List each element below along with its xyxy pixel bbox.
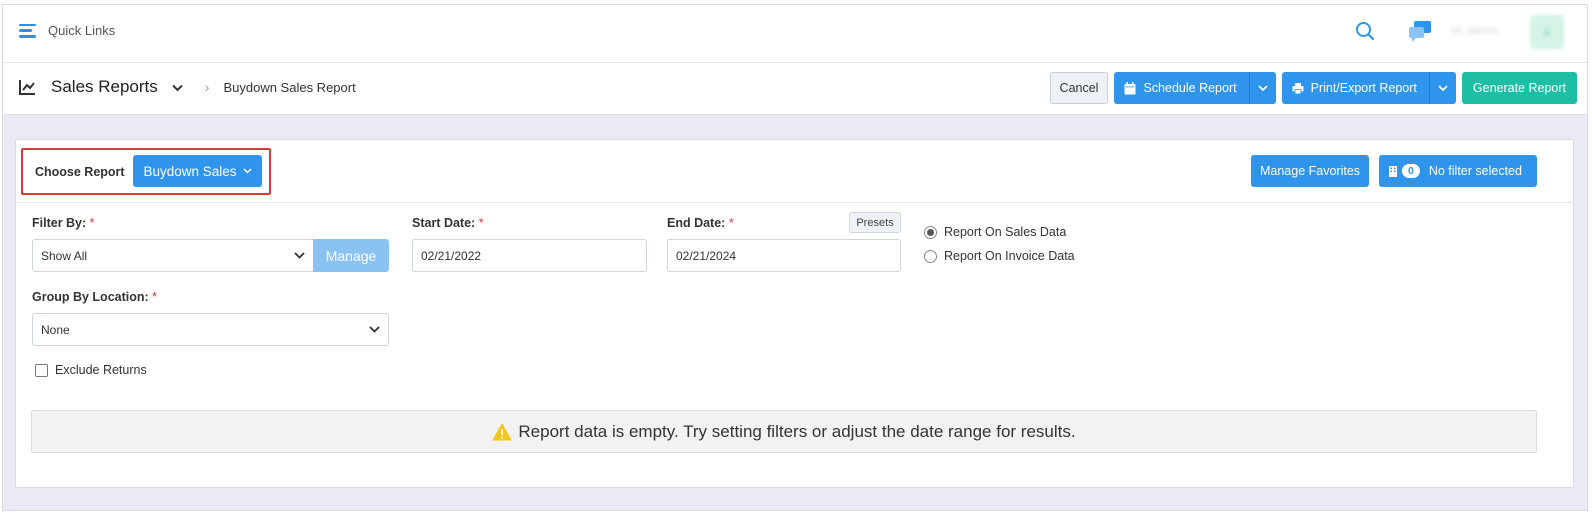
required-mark: * [728, 216, 734, 230]
schedule-report-button[interactable]: Schedule Report [1114, 72, 1249, 104]
page-header: Sales Reports › Buydown Sales Report Can… [3, 63, 1587, 115]
choose-report-label: Choose Report [35, 165, 125, 179]
end-date-value: 02/21/2024 [676, 248, 737, 263]
required-mark: * [89, 216, 95, 230]
presets-label: Presets [856, 216, 894, 229]
breadcrumb: Sales Reports › Buydown Sales Report [19, 77, 356, 97]
page-title[interactable]: Sales Reports [51, 77, 158, 97]
start-date-text: Start Date: [412, 216, 476, 230]
end-date-input[interactable]: 02/21/2024 [667, 239, 901, 272]
printer-icon [1292, 82, 1304, 94]
start-date-value: 02/21/2022 [421, 248, 482, 263]
exclude-returns-box[interactable] [35, 363, 48, 377]
print-export-split: Print/Export Report [1281, 72, 1456, 104]
filter-count-badge: 0 [1402, 164, 1420, 178]
radio-invoice-label: Report On Invoice Data [944, 249, 1075, 263]
group-by-select[interactable]: None [32, 313, 389, 346]
warning-icon [492, 423, 512, 440]
filter-by-label: Filter By: * [32, 216, 95, 230]
empty-report-alert: Report data is empty. Try setting filter… [31, 410, 1537, 453]
chevron-down-icon [294, 252, 305, 259]
presets-button[interactable]: Presets [849, 212, 901, 233]
manage-filter-button[interactable]: Manage [313, 239, 389, 272]
breadcrumb-current: Buydown Sales Report [223, 79, 356, 95]
manage-favorites-button[interactable]: Manage Favorites [1251, 155, 1369, 187]
choose-report-value: Buydown Sales [143, 163, 237, 179]
quick-links-button[interactable]: Quick Links [19, 23, 115, 38]
exclude-returns-label: Exclude Returns [55, 363, 147, 377]
avatar[interactable]: A [1530, 15, 1564, 49]
required-mark: * [152, 290, 158, 304]
search-icon[interactable] [1355, 21, 1375, 41]
radio-sales-data[interactable]: Report On Sales Data [924, 225, 1066, 239]
radio-invoice-data[interactable]: Report On Invoice Data [924, 249, 1075, 263]
print-export-button[interactable]: Print/Export Report [1281, 72, 1429, 104]
end-date-text: End Date: [667, 216, 726, 230]
filter-summary-label: No filter selected [1428, 164, 1522, 178]
chevron-down-icon [369, 326, 380, 333]
group-by-label: Group By Location: * [32, 290, 157, 304]
radio-sales-label: Report On Sales Data [944, 225, 1067, 239]
choose-report-highlight: Choose Report Buydown Sales [21, 148, 271, 195]
group-by-text: Group By Location: [32, 290, 149, 304]
end-date-label: End Date: * [667, 216, 734, 230]
user-name[interactable]: Hi, Admin [1451, 25, 1498, 37]
line-chart-icon [19, 80, 35, 95]
radio-invoice-dot[interactable] [924, 249, 937, 263]
report-panel: Choose Report Buydown Sales Manage Favor… [15, 139, 1574, 488]
group-by-value: None [41, 322, 70, 337]
start-date-input[interactable]: 02/21/2022 [412, 239, 647, 272]
radio-sales-dot[interactable] [924, 225, 937, 239]
choose-report-dropdown[interactable]: Buydown Sales [133, 155, 262, 187]
schedule-report-label: Schedule Report [1143, 81, 1237, 95]
print-export-caret[interactable] [1428, 72, 1456, 104]
filter-summary-button[interactable]: 0 No filter selected [1379, 155, 1537, 187]
chevron-down-icon [243, 168, 252, 174]
header-actions: Cancel Schedule Report Print/Export Repo… [1049, 72, 1577, 104]
top-bar: Quick Links Hi, Admin A [3, 5, 1587, 63]
avatar-initial: A [1542, 24, 1552, 40]
schedule-report-split: Schedule Report [1114, 72, 1276, 104]
filter-by-value: Show All [41, 248, 88, 263]
divider [16, 202, 1573, 203]
manage-favorites-label: Manage Favorites [1259, 164, 1361, 178]
generate-report-button[interactable]: Generate Report [1461, 72, 1577, 104]
breadcrumb-separator: › [204, 79, 210, 95]
empty-report-message: Report data is empty. Try setting filter… [518, 421, 1076, 441]
filter-by-text: Filter By: [32, 216, 87, 230]
quick-links-label: Quick Links [48, 23, 116, 38]
required-mark: * [478, 216, 484, 230]
menu-icon [19, 23, 36, 38]
start-date-label: Start Date: * [412, 216, 484, 230]
chevron-down-icon[interactable] [172, 84, 183, 92]
exclude-returns-checkbox[interactable]: Exclude Returns [35, 363, 147, 377]
print-export-label: Print/Export Report [1310, 81, 1417, 95]
building-icon [1389, 165, 1397, 177]
chat-icon[interactable] [1407, 19, 1433, 43]
chevron-down-icon [1438, 84, 1448, 91]
app-frame: Quick Links Hi, Admin A Sales Reports › … [2, 4, 1588, 511]
schedule-report-caret[interactable] [1248, 72, 1276, 104]
calendar-icon [1124, 81, 1136, 94]
manage-filter-label: Manage [325, 247, 377, 264]
filter-by-select[interactable]: Show All [32, 239, 314, 272]
chevron-down-icon [1257, 84, 1268, 91]
cancel-button[interactable]: Cancel [1049, 72, 1109, 104]
